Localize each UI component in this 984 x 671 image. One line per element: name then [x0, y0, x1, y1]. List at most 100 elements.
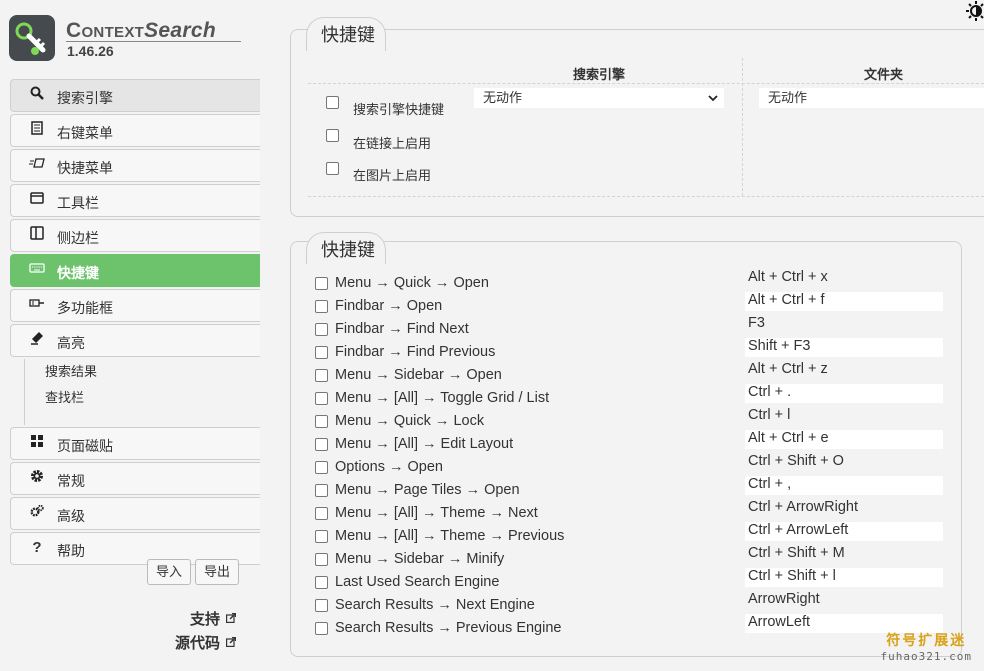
shortcut-name[interactable]: Menu → Page Tiles → Open [335, 482, 520, 498]
column-header-search-engines: 搜索引擎 [573, 67, 626, 82]
shortcut-name[interactable]: Menu → Sidebar → Minify [335, 551, 504, 567]
shortcut-checkbox[interactable] [315, 599, 328, 612]
shortcut-checkbox[interactable] [315, 369, 328, 382]
sidebar-item-label: 工具栏 [57, 195, 99, 211]
sidebar-item-advanced[interactable]: 高级 [10, 497, 260, 530]
sidebar-item-label: 高亮 [57, 335, 85, 351]
highlighter-icon [28, 331, 46, 349]
sidebar-item-highlight[interactable]: 高亮 [10, 324, 260, 357]
hotkeys-panel [290, 29, 984, 217]
shortcut-name[interactable]: Options → Open [335, 459, 443, 475]
sidebar-item-label: 搜索引擎 [57, 90, 113, 106]
enable-on-images-checkbox[interactable] [326, 162, 339, 175]
sidebar-item-hotkeys[interactable]: 快捷键 [10, 254, 260, 287]
shortcut-name[interactable]: Menu → [All] → Toggle Grid / List [335, 390, 549, 406]
shortcut-key-field[interactable]: F3 [745, 315, 943, 334]
sidebar-item-context-menu[interactable]: 右键菜单 [10, 114, 260, 147]
sidebar-item-search-engines[interactable]: 搜索引擎 [10, 79, 260, 112]
shortcut-key-field[interactable]: Ctrl + ArrowLeft [745, 522, 943, 541]
app-logo [9, 15, 55, 61]
engine-hotkeys-label: 搜索引擎快捷键 [353, 102, 445, 117]
shortcut-key-field[interactable]: Alt + Ctrl + e [745, 430, 943, 449]
sidebar-item-quick-menu[interactable]: 快捷菜单 [10, 149, 260, 182]
shortcut-key-field[interactable]: Alt + Ctrl + z [745, 361, 943, 380]
enable-on-links-checkbox[interactable] [326, 129, 339, 142]
shortcut-name[interactable]: Search Results → Previous Engine [335, 620, 561, 636]
shortcut-checkbox[interactable] [315, 392, 328, 405]
sidebar-item-omnibox[interactable]: 多功能框 [10, 289, 260, 322]
engine-hotkeys-checkbox[interactable] [326, 96, 339, 109]
theme-toggle-icon[interactable] [962, 0, 984, 22]
shortcut-name[interactable]: Menu → Sidebar → Open [335, 367, 502, 383]
support-link[interactable]: 支持 [190, 608, 236, 629]
shortcut-key-field[interactable]: Ctrl + Shift + M [745, 545, 943, 564]
shortcut-checkbox[interactable] [315, 507, 328, 520]
shortcut-checkbox[interactable] [315, 576, 328, 589]
enable-on-links-label: 在链接上启用 [353, 136, 432, 151]
shortcut-key-field[interactable]: Alt + Ctrl + f [745, 292, 943, 311]
shortcut-checkbox[interactable] [315, 300, 328, 313]
shortcut-checkbox[interactable] [315, 277, 328, 290]
export-button[interactable]: 导出 [195, 559, 240, 585]
shortcut-name[interactable]: Search Results → Next Engine [335, 597, 535, 613]
sidebar-item-sidebar[interactable]: 侧边栏 [10, 219, 260, 252]
sidebar-item-toolbar[interactable]: 工具栏 [10, 184, 260, 217]
engine-action-select[interactable]: 无动作 [474, 88, 724, 108]
hotkeys-panel-title: 快捷键 [306, 17, 386, 51]
shortcut-name[interactable]: Findbar → Find Next [335, 321, 469, 337]
sidebar-item-label: 快捷菜单 [57, 160, 113, 176]
shortcut-key-field[interactable]: Ctrl + , [745, 476, 943, 495]
shortcut-checkbox[interactable] [315, 484, 328, 497]
shortcut-checkbox[interactable] [315, 553, 328, 566]
divider [308, 83, 984, 84]
shortcut-name[interactable]: Findbar → Open [335, 298, 442, 314]
shortcut-key-field[interactable]: Ctrl + . [745, 384, 943, 403]
quick-menu-icon [28, 156, 46, 174]
subnav-item-search-results[interactable]: 搜索结果 [45, 359, 260, 385]
app-name-underline [66, 41, 241, 42]
shortcut-key-field[interactable]: Shift + F3 [745, 338, 943, 357]
divider [308, 196, 984, 197]
sidebar-item-label: 右键菜单 [57, 125, 113, 141]
app-name-suffix: Search [144, 19, 216, 42]
shortcut-name[interactable]: Last Used Search Engine [335, 574, 499, 590]
source-code-link[interactable]: 源代码 [175, 632, 236, 653]
watermark-cn: 符号扩展迷 [886, 633, 967, 649]
shortcut-key-field[interactable]: Ctrl + l [745, 407, 943, 426]
sidebar: ContextSearch 1.46.26 搜索引擎 右键菜单 快捷菜单 工具栏 [0, 0, 260, 671]
support-link-label: 支持 [189, 611, 220, 628]
watermark-en: fuhao321.com [880, 650, 972, 663]
shortcut-key-field[interactable]: Alt + Ctrl + x [745, 269, 943, 288]
shortcut-key-field[interactable]: Ctrl + Shift + l [745, 568, 943, 587]
shortcut-checkbox[interactable] [315, 346, 328, 359]
shortcut-checkbox[interactable] [315, 415, 328, 428]
shortcut-key-field[interactable]: ArrowRight [745, 591, 943, 610]
omnibox-icon [28, 296, 46, 314]
shortcut-key-field[interactable]: Ctrl + ArrowRight [745, 499, 943, 518]
shortcut-checkbox[interactable] [315, 438, 328, 451]
shortcut-name[interactable]: Menu → [All] → Edit Layout [335, 436, 513, 452]
external-link-icon [226, 613, 236, 623]
folder-action-select[interactable]: 无动作 [759, 88, 984, 108]
shortcut-name[interactable]: Menu → [All] → Theme → Next [335, 505, 538, 521]
sidebar-item-label: 页面磁贴 [57, 438, 113, 454]
shortcut-name[interactable]: Menu → Quick → Lock [335, 413, 484, 429]
highlight-subnav: 搜索结果 查找栏 [24, 359, 260, 425]
key-logo-icon [15, 22, 46, 55]
subnav-item-findbar[interactable]: 查找栏 [45, 385, 260, 411]
shortcut-checkbox[interactable] [315, 622, 328, 635]
shortcut-name[interactable]: Findbar → Find Previous [335, 344, 495, 360]
sidebar-item-label: 快捷键 [57, 265, 99, 281]
sidebar-item-page-tiles[interactable]: 页面磁贴 [10, 427, 260, 460]
shortcut-checkbox[interactable] [315, 530, 328, 543]
app-name: ContextSearch [66, 19, 216, 43]
shortcut-key-field[interactable]: Ctrl + Shift + O [745, 453, 943, 472]
sidebar-item-general[interactable]: 常规 [10, 462, 260, 495]
shortcut-checkbox[interactable] [315, 461, 328, 474]
shortcut-name[interactable]: Menu → [All] → Theme → Previous [335, 528, 564, 544]
main-content: 快捷键 搜索引擎 文件夹 搜索引擎快捷键 在链接上启用 在图片上启用 无动作 无… [260, 0, 984, 671]
shortcut-checkbox[interactable] [315, 323, 328, 336]
import-button[interactable]: 导入 [147, 559, 192, 585]
shortcut-name[interactable]: Menu → Quick → Open [335, 275, 489, 291]
document-list-icon [28, 121, 46, 139]
